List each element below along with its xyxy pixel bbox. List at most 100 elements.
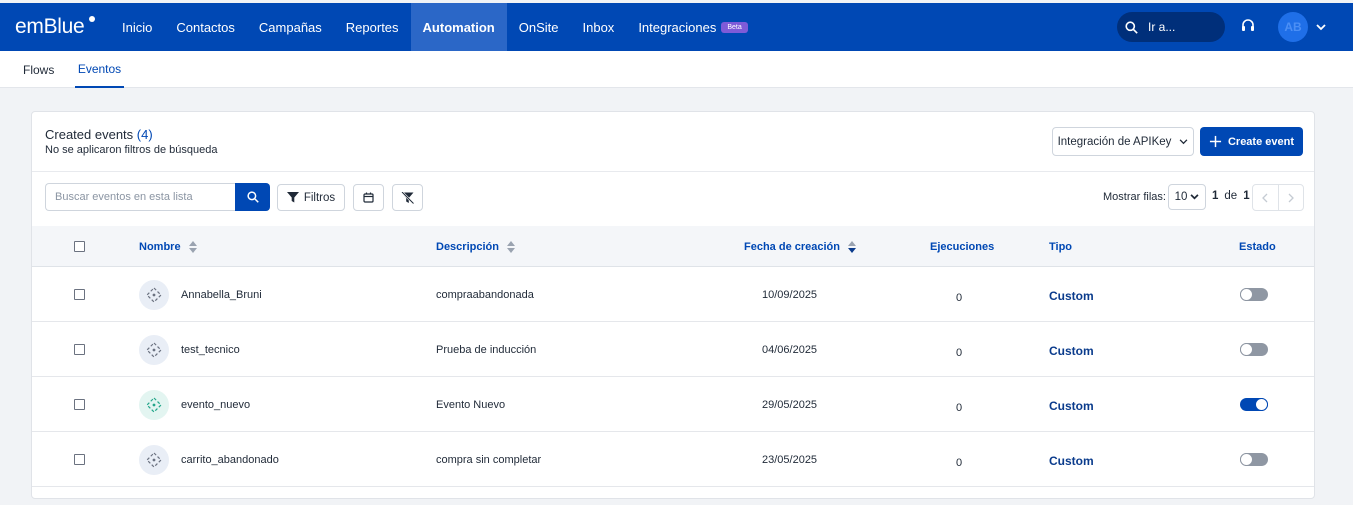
search-button[interactable] (235, 183, 270, 211)
rows-per-page-select[interactable]: 10 (1168, 184, 1206, 210)
event-name-cell: Annabella_Bruni (139, 267, 262, 322)
header-executions: Ejecuciones (930, 240, 995, 253)
toggle-knob (1240, 343, 1253, 356)
emblue-logo[interactable]: emBlue (15, 15, 110, 39)
header-type: Tipo (1049, 240, 1073, 253)
toggle-knob (1240, 453, 1253, 466)
filter-off-icon (401, 191, 414, 204)
select-all-checkbox-wrap (74, 226, 85, 267)
row-checkbox[interactable] (74, 289, 85, 300)
event-icon (139, 334, 169, 365)
event-diamond-icon (146, 396, 162, 413)
header-created[interactable]: Fecha de creación (744, 226, 856, 267)
table-row[interactable]: test_tecnico Prueba de inducción 04/06/2… (32, 322, 1314, 377)
card-divider (32, 171, 1314, 172)
table-row[interactable]: Annabella_Bruni compraabandonada 10/09/2… (32, 267, 1314, 322)
header-status: Estado (1239, 240, 1276, 253)
filters-label: Filtros (303, 191, 336, 204)
nav-item-campanas[interactable]: Campañas (247, 3, 334, 51)
nav-item-onsite[interactable]: OnSite (507, 3, 571, 51)
event-executions: 0 (956, 346, 963, 359)
event-executions: 0 (956, 401, 963, 414)
event-description: Prueba de inducción (436, 343, 537, 356)
nav-item-reportes[interactable]: Reportes (334, 3, 411, 51)
rows-per-page-label: Mostrar filas: (1103, 191, 1166, 203)
status-toggle-cell (1240, 377, 1268, 432)
nav-item-inicio[interactable]: Inicio (110, 3, 164, 51)
row-checkbox[interactable] (74, 344, 85, 355)
status-toggle[interactable] (1240, 288, 1268, 301)
event-icon (139, 389, 169, 420)
events-count: (4) (136, 127, 153, 142)
event-diamond-icon (146, 286, 162, 303)
event-executions: 0 (956, 291, 963, 304)
clear-filters-button[interactable] (392, 184, 423, 211)
create-event-button[interactable]: Create event (1200, 127, 1303, 156)
nav-item-integraciones[interactable]: Integraciones Beta (626, 3, 759, 51)
beta-badge: Beta (721, 21, 748, 33)
filters-button[interactable]: Filtros (277, 184, 345, 211)
tab-flows[interactable]: Flows (23, 51, 54, 88)
event-description: Evento Nuevo (436, 398, 506, 411)
sort-desc-icon (848, 240, 856, 253)
event-icon (139, 444, 169, 475)
calendar-icon (363, 192, 374, 203)
integration-dropdown[interactable]: Integración de APIKey (1052, 127, 1194, 156)
avatar[interactable]: AB (1278, 12, 1308, 42)
chevron-down-icon[interactable] (1316, 23, 1326, 31)
header-description[interactable]: Descripción (436, 226, 515, 267)
event-name-cell: carrito_abandonado (139, 432, 279, 487)
event-description: compraabandonada (436, 288, 534, 301)
page-title: Created events (4) (45, 127, 153, 142)
search-input[interactable] (45, 183, 236, 211)
header-description-label: Descripción (436, 240, 499, 253)
nav-item-contactos[interactable]: Contactos (164, 3, 247, 51)
status-toggle-cell (1240, 322, 1268, 377)
event-name[interactable]: test_tecnico (181, 344, 240, 356)
row-checkbox-cell (74, 377, 85, 432)
date-filter-button[interactable] (353, 184, 384, 211)
row-checkbox[interactable] (74, 454, 85, 465)
main-nav: Inicio Contactos Campañas Reportes Autom… (110, 3, 760, 51)
header-name-label: Nombre (139, 240, 181, 253)
global-search-button[interactable]: Ir a... (1117, 12, 1225, 42)
event-name-cell: test_tecnico (139, 322, 240, 377)
event-type: Custom (1049, 343, 1094, 358)
row-checkbox[interactable] (74, 399, 85, 410)
row-checkbox-cell (74, 322, 85, 377)
event-date: 04/06/2025 (762, 343, 818, 356)
top-navbar: emBlue Inicio Contactos Campañas Reporte… (0, 3, 1353, 51)
table-header: Nombre Descripción Fecha de creación Eje… (32, 226, 1314, 267)
event-name[interactable]: carrito_abandonado (181, 454, 279, 466)
status-toggle[interactable] (1240, 343, 1268, 356)
sort-icon (188, 240, 197, 253)
event-date: 23/05/2025 (762, 453, 818, 466)
filter-status-text: No se aplicaron filtros de búsqueda (45, 144, 218, 156)
next-page-button[interactable] (1279, 185, 1304, 210)
plus-icon (1209, 135, 1222, 148)
event-type: Custom (1049, 398, 1094, 413)
event-name[interactable]: Annabella_Bruni (181, 289, 262, 301)
nav-item-integraciones-label: Integraciones (638, 19, 717, 35)
event-name[interactable]: evento_nuevo (181, 399, 250, 411)
tab-eventos[interactable]: Eventos (75, 51, 124, 88)
status-toggle[interactable] (1240, 453, 1268, 466)
nav-item-inbox[interactable]: Inbox (571, 3, 627, 51)
header-name[interactable]: Nombre (139, 226, 197, 267)
row-checkbox-cell (74, 432, 85, 487)
events-card: Created events (4) No se aplicaron filtr… (31, 111, 1315, 499)
search-icon (1125, 20, 1138, 34)
status-toggle[interactable] (1240, 398, 1268, 411)
table-row[interactable]: evento_nuevo Evento Nuevo 29/05/2025 0 C… (32, 377, 1314, 432)
row-checkbox-cell (74, 267, 85, 322)
nav-item-automation[interactable]: Automation (410, 3, 507, 51)
status-toggle-cell (1240, 432, 1268, 487)
select-all-checkbox[interactable] (74, 241, 85, 252)
chevron-right-icon (1288, 193, 1294, 202)
event-type: Custom (1049, 453, 1094, 468)
headset-icon[interactable] (1241, 18, 1255, 34)
prev-page-button[interactable] (1253, 185, 1279, 210)
status-toggle-cell (1240, 267, 1268, 322)
logo-dot (89, 16, 95, 22)
table-row[interactable]: carrito_abandonado compra sin completar … (32, 432, 1314, 487)
